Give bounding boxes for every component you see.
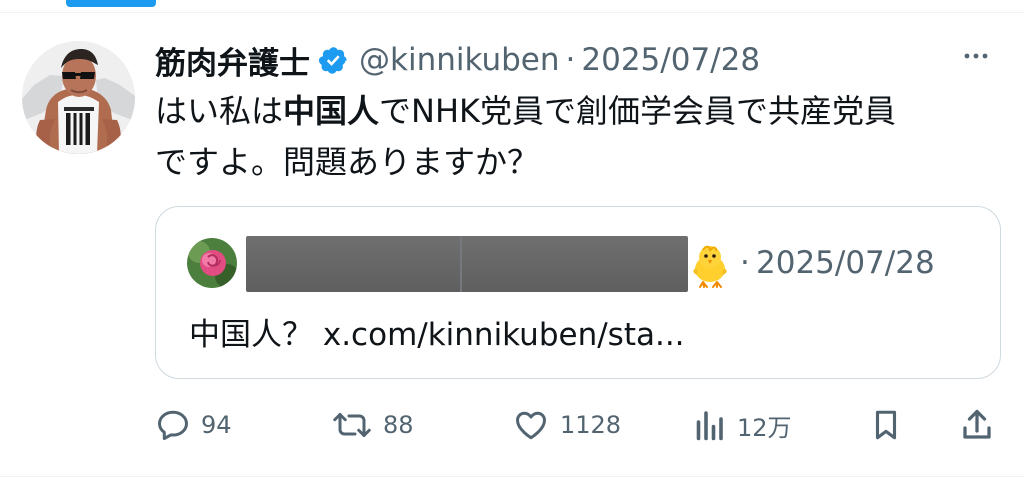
redacted-author-name bbox=[246, 236, 688, 292]
share-icon bbox=[958, 407, 996, 443]
author-avatar-image bbox=[22, 41, 135, 154]
header-separator: · bbox=[565, 42, 576, 78]
reply-icon bbox=[155, 407, 191, 443]
top-divider bbox=[0, 12, 1024, 13]
quote-text: 中国人？ x.com/kinnikuben/sta... bbox=[189, 317, 685, 353]
tweet-actions-bar: 94 88 1128 12万 bbox=[155, 402, 1000, 448]
retweet-button[interactable]: 88 bbox=[331, 402, 414, 448]
author-handle[interactable]: @kinnikuben bbox=[359, 42, 560, 78]
rose-avatar-icon bbox=[187, 238, 237, 288]
bookmark-icon bbox=[869, 407, 903, 443]
quote-date[interactable]: 2025/07/28 bbox=[756, 245, 935, 281]
bottom-divider bbox=[0, 476, 1024, 477]
quoted-tweet-card[interactable]: · 2025/07/28 中国人？ x.com/kinnikuben/sta..… bbox=[155, 206, 1001, 379]
reply-count: 94 bbox=[201, 411, 232, 439]
bookmark-button[interactable] bbox=[869, 402, 903, 448]
tweet-text-prefix: はい私は bbox=[155, 92, 284, 130]
tweet-text-bold: 中国人 bbox=[283, 92, 380, 130]
retweet-icon bbox=[331, 407, 373, 443]
author-display-name[interactable]: 筋肉弁護士 bbox=[155, 38, 310, 83]
views-count: 12万 bbox=[737, 413, 792, 442]
like-button[interactable]: 1128 bbox=[512, 402, 621, 448]
share-button[interactable] bbox=[958, 402, 996, 448]
retweet-count: 88 bbox=[383, 411, 414, 439]
views-button[interactable]: 12万 bbox=[691, 402, 792, 448]
heart-icon bbox=[512, 407, 550, 443]
quote-separator: · bbox=[740, 245, 750, 281]
tweet-date[interactable]: 2025/07/28 bbox=[581, 42, 760, 78]
quoted-author-avatar[interactable] bbox=[187, 238, 237, 288]
more-horizontal-icon[interactable] bbox=[958, 44, 994, 68]
like-count: 1128 bbox=[560, 411, 622, 439]
verified-badge-icon bbox=[318, 45, 349, 76]
analytics-icon bbox=[691, 407, 727, 443]
chick-emoji bbox=[686, 241, 734, 289]
reply-button[interactable]: 94 bbox=[155, 402, 232, 448]
tweet-header: 筋肉弁護士 @kinnikuben · 2025/07/28 bbox=[155, 36, 760, 84]
active-tab-indicator bbox=[66, 0, 156, 7]
author-avatar[interactable] bbox=[22, 41, 135, 154]
tweet-body: はい私は中国人でNHK党員で創価学会員で共産党員 ですよ。問題ありますか？ bbox=[155, 86, 1015, 188]
